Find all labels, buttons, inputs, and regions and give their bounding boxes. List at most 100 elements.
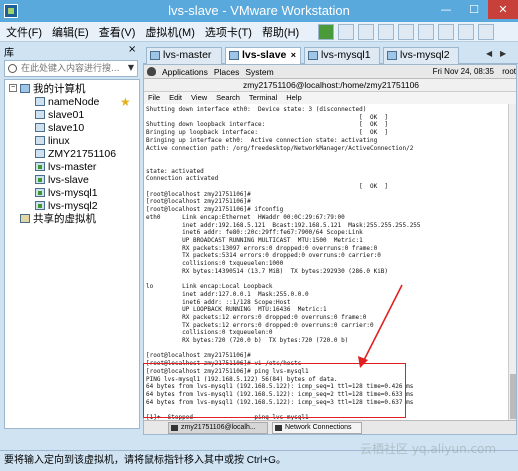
taskbar-label: Network Connections (285, 424, 352, 431)
tree-item-vm[interactable]: lvs-mysql1 (35, 186, 98, 199)
console-view-icon[interactable] (438, 24, 454, 40)
tree-item-label: 共享的虚拟机 (33, 213, 96, 225)
vm-icon (35, 97, 45, 106)
vm-icon (35, 149, 45, 158)
tab-label: lvs-slave (242, 49, 287, 61)
tree-item-shared-vms[interactable]: 共享的虚拟机 (20, 212, 96, 225)
network-icon (275, 425, 282, 431)
tree-item-vm[interactable]: lvs-slave (35, 173, 89, 186)
menu-edit[interactable]: 编辑(E) (52, 24, 89, 40)
terminal-menu-view[interactable]: View (191, 92, 207, 104)
chevron-down-icon[interactable]: ▼ (128, 63, 134, 72)
library-search[interactable]: ▼ (4, 60, 138, 77)
thumbnail-view-icon[interactable] (458, 24, 474, 40)
menu-tabs[interactable]: 选项卡(T) (205, 24, 252, 40)
tab-label: lvs-master (163, 49, 212, 61)
vm-icon (387, 51, 397, 60)
terminal-menu-edit[interactable]: Edit (169, 92, 182, 104)
scrollbar-thumb[interactable] (510, 374, 516, 419)
terminal-line: Active connection path: /org/freedesktop… (146, 144, 414, 152)
terminal-line: RX bytes:720 (720.0 b) TX bytes:720 (720… (146, 337, 349, 344)
terminal-scrollbar[interactable] (508, 104, 516, 422)
shared-vms-icon (20, 214, 30, 223)
tree-item-vm[interactable]: ZMY21751106 (35, 147, 116, 160)
tab-lvs-slave[interactable]: lvs-slave × (225, 47, 301, 64)
unity-icon[interactable] (418, 24, 434, 40)
power-on-icon[interactable] (318, 24, 334, 40)
tab-scroll-right-icon[interactable]: ▶ (500, 49, 506, 58)
user-name[interactable]: root (502, 67, 516, 76)
terminal-menu-search[interactable]: Search (216, 92, 240, 104)
annotation-highlight-box (143, 363, 406, 418)
tree-item-label: linux (48, 134, 70, 147)
menu-view[interactable]: 查看(V) (99, 24, 136, 40)
computer-icon (20, 84, 30, 93)
terminal-icon (171, 425, 178, 431)
taskbar-terminal-button[interactable]: zmy21751106@localh... (168, 422, 268, 434)
watermark: 云栖社区 yq.aliyun.com (360, 442, 497, 456)
tree-item-label: lvs-mysql1 (48, 186, 98, 199)
tree-item-label: slave10 (48, 121, 85, 134)
maximize-button[interactable]: ☐ (460, 0, 488, 19)
tree-item-vm[interactable]: nameNode (35, 95, 99, 108)
minimize-button[interactable]: — (432, 0, 460, 19)
tree-item-label: ZMY21751106 (48, 147, 117, 160)
terminal-menu-terminal[interactable]: Terminal (249, 92, 277, 104)
tree-item-vm[interactable]: slave01 (35, 108, 84, 121)
tree-item-label: 我的计算机 (33, 83, 86, 95)
menu-file[interactable]: 文件(F) (6, 24, 42, 40)
terminal-title: zmy21751106@localhost:/home/zmy21751106 (144, 79, 516, 92)
tree-item-vm[interactable]: linux (35, 134, 70, 147)
fullscreen-icon[interactable] (398, 24, 414, 40)
vm-icon (229, 51, 239, 60)
tab-lvs-mysql1[interactable]: lvs-mysql1 (304, 47, 380, 64)
tree-item-my-computer[interactable]: 我的计算机 (20, 82, 86, 95)
tree-item-label: lvs-master (48, 160, 97, 173)
vm-running-icon (35, 162, 45, 171)
places-menu[interactable]: Places (214, 67, 240, 77)
system-menu[interactable]: System (245, 67, 273, 77)
title-bar: lvs-slave - VMware Workstation — ☐ ✕ (0, 0, 518, 22)
revert-snapshot-icon[interactable] (358, 24, 374, 40)
tab-close-icon[interactable]: × (291, 48, 296, 63)
tree-item-label: lvs-slave (48, 173, 89, 186)
tree-item-vm[interactable]: lvs-master (35, 160, 96, 173)
manage-snapshots-icon[interactable] (378, 24, 394, 40)
library-tree: − 我的计算机 nameNode slave01 slave10 linux Z… (4, 79, 140, 429)
snapshot-icon[interactable] (338, 24, 354, 40)
tab-label: lvs-mysql1 (321, 49, 371, 61)
vm-running-icon (35, 188, 45, 197)
vm-running-icon (35, 175, 45, 184)
tree-item-label: nameNode (48, 95, 100, 108)
vm-icon (150, 51, 160, 60)
vm-icon (35, 136, 45, 145)
tab-lvs-master[interactable]: lvs-master (146, 47, 222, 64)
close-button[interactable]: ✕ (488, 0, 518, 19)
tree-item-label: lvs-mysql2 (48, 199, 98, 212)
menu-help[interactable]: 帮助(H) (262, 24, 299, 40)
favorite-star-icon[interactable]: ★ (120, 95, 131, 109)
tree-item-vm[interactable]: slave10 (35, 121, 84, 134)
clock[interactable]: Fri Nov 24, 08:35 (433, 67, 494, 76)
tab-lvs-mysql2[interactable]: lvs-mysql2 (383, 47, 459, 64)
taskbar-network-button[interactable]: Network Connections (272, 422, 362, 434)
terminal-menu-help[interactable]: Help (286, 92, 301, 104)
terminal-menu-bar: File Edit View Search Terminal Help (144, 92, 516, 104)
vm-running-icon (35, 201, 45, 210)
applications-menu[interactable]: Applications (162, 67, 208, 77)
gnome-bottom-panel: zmy21751106@localh... Network Connection… (144, 420, 516, 434)
library-close-icon[interactable]: × (128, 44, 136, 55)
taskbar-label: zmy21751106@localh... (181, 424, 256, 431)
collapse-icon[interactable]: − (9, 84, 17, 92)
stretch-icon[interactable] (478, 24, 494, 40)
vm-icon (35, 123, 45, 132)
search-icon (8, 64, 17, 73)
vm-icon (308, 51, 318, 60)
terminal-menu-file[interactable]: File (148, 92, 160, 104)
library-search-input[interactable] (21, 62, 121, 75)
gnome-top-panel: Applications Places System Fri Nov 24, 0… (144, 65, 516, 79)
tab-scroll-left-icon[interactable]: ◀ (486, 49, 492, 58)
menu-vm[interactable]: 虚拟机(M) (145, 24, 195, 40)
tree-item-label: slave01 (48, 108, 85, 121)
vm-icon (35, 110, 45, 119)
